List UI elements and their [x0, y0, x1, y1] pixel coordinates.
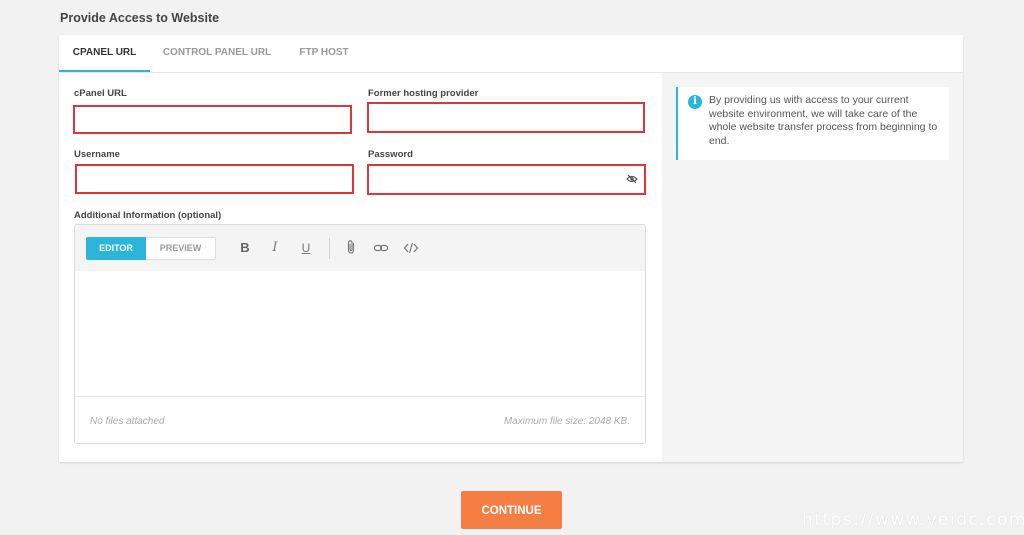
former-host-label: Former hosting provider	[368, 88, 479, 99]
bold-icon[interactable]: B	[237, 240, 253, 256]
attachments-status: No files attached	[90, 416, 165, 427]
underline-icon[interactable]: U	[298, 240, 314, 256]
username-input[interactable]	[75, 164, 354, 194]
password-label: Password	[368, 149, 413, 160]
paperclip-icon[interactable]	[343, 239, 359, 255]
watermark: https://www.veidc.com	[802, 510, 1024, 530]
preview-mode-button[interactable]: PREVIEW	[146, 237, 216, 260]
cpanel-url-input[interactable]	[73, 105, 352, 134]
section-title: Provide Access to Website	[60, 11, 220, 25]
info-callout: i By providing us with access to your cu…	[676, 87, 949, 160]
continue-button[interactable]: CONTINUE	[461, 491, 562, 529]
former-host-input[interactable]	[367, 102, 645, 133]
additional-info-label: Additional Information (optional)	[74, 210, 222, 221]
access-panel: CPANEL URL CONTROL PANEL URL FTP HOST cP…	[59, 35, 963, 462]
info-sidebar: i By providing us with access to your cu…	[662, 73, 963, 462]
tab-cpanel-url[interactable]: CPANEL URL	[59, 35, 150, 72]
tab-bar: CPANEL URL CONTROL PANEL URL FTP HOST	[59, 35, 963, 73]
info-icon: i	[688, 95, 702, 109]
markdown-editor: EDITOR PREVIEW B I U No files attached M…	[74, 224, 646, 444]
info-text: By providing us with access to your curr…	[709, 94, 938, 147]
editor-mode-button[interactable]: EDITOR	[86, 237, 146, 260]
editor-text-area[interactable]	[75, 271, 645, 397]
cpanel-url-label: cPanel URL	[74, 88, 127, 99]
eye-slash-icon[interactable]	[626, 174, 638, 184]
tab-control-panel-url[interactable]: CONTROL PANEL URL	[157, 35, 277, 72]
code-icon[interactable]	[403, 240, 419, 256]
italic-icon[interactable]: I	[267, 240, 283, 256]
editor-toolbar: EDITOR PREVIEW B I U	[75, 225, 645, 271]
toolbar-divider	[329, 238, 330, 259]
username-label: Username	[74, 149, 120, 160]
link-icon[interactable]	[373, 240, 389, 256]
password-input[interactable]	[367, 164, 646, 195]
max-file-size-note: Maximum file size: 2048 KB.	[503, 416, 630, 427]
tab-ftp-host[interactable]: FTP HOST	[291, 35, 357, 72]
